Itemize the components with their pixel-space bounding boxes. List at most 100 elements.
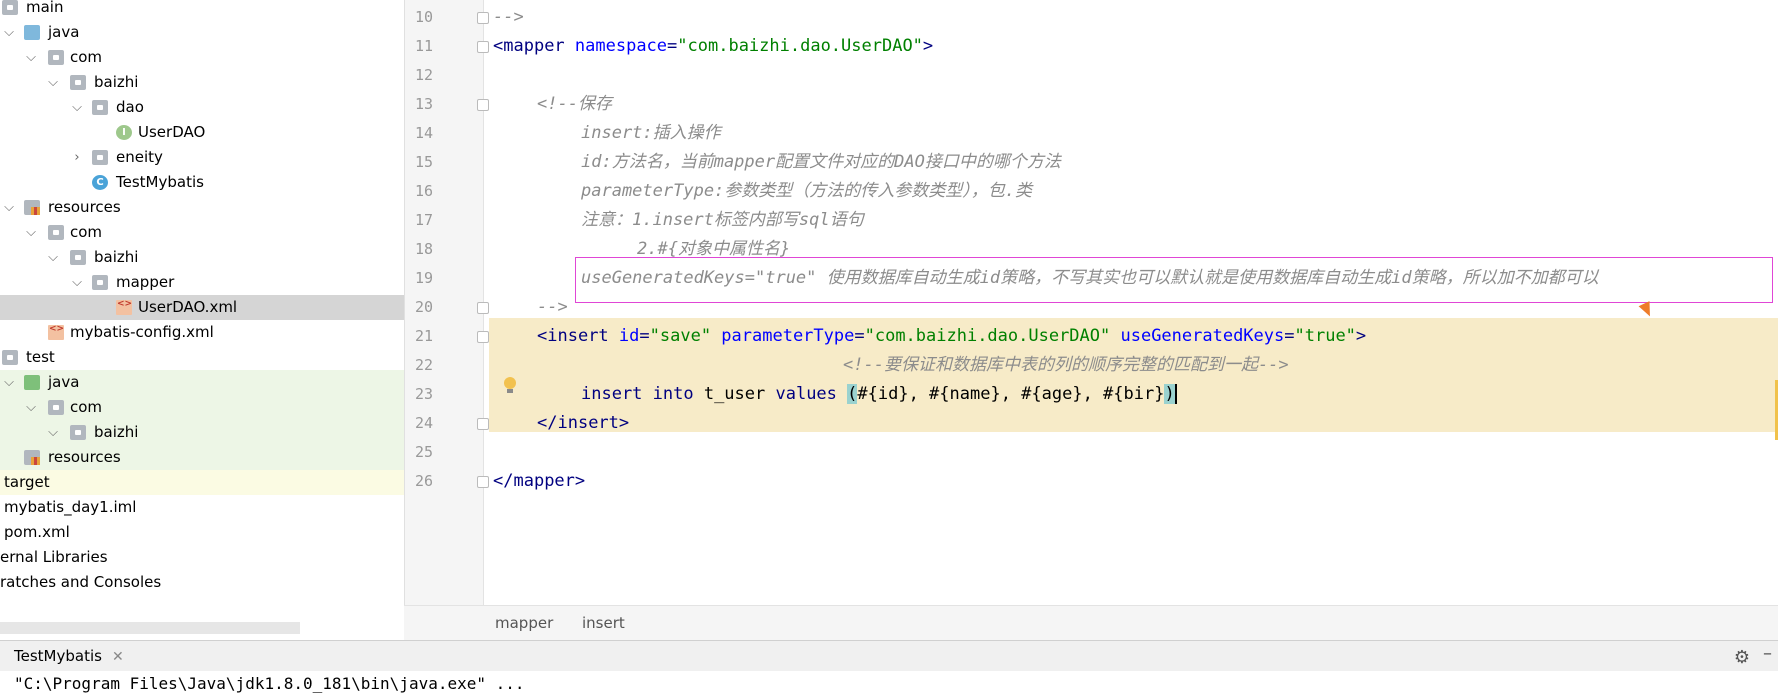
comment-text: useGeneratedKeys="true" 使用数据库自动生成id策略，不写… [581,268,1599,288]
tree-item-label: pom.xml [4,523,70,541]
code-line-15[interactable]: id:方法名，当前mapper配置文件对应的DAO接口中的哪个方法 [581,148,1778,177]
tree-item-test-java[interactable]: ⌵ java [0,370,404,395]
code-line-16[interactable]: parameterType:参数类型（方法的传入参数类型），包.类 [581,177,1778,206]
tree-item-label: resources [48,448,121,466]
tree-item-scratches[interactable]: ratches and Consoles [0,570,404,595]
tree-item-iml[interactable]: mybatis_day1.iml [0,495,404,520]
tag-name: mapper [513,471,575,491]
fold-marker[interactable] [477,418,489,430]
line-number: 12 [414,66,433,84]
console-output[interactable]: "C:\Program Files\Java\jdk1.8.0_181\bin\… [0,671,1778,693]
lightbulb-icon[interactable] [503,377,517,395]
folder-icon [2,350,18,365]
folder-icon [2,0,18,15]
comment-text: id:方法名，当前mapper配置文件对应的DAO接口中的哪个方法 [581,152,1061,172]
tree-item-mapper[interactable]: ⌵ mapper [0,270,404,295]
breadcrumb-item-insert[interactable]: insert [582,606,625,640]
tag-bracket: < [493,36,504,56]
tree-horizontal-scrollbar[interactable] [0,622,300,634]
minimize-icon[interactable]: – [1763,643,1772,664]
chevron-down-icon[interactable]: ⌵ [70,270,84,295]
tag-name: insert [557,413,619,433]
code-line-14[interactable]: insert:插入操作 [581,119,1778,148]
code-line-26[interactable]: </mapper> [493,467,1778,496]
project-tree[interactable]: main ⌵ java ⌵ com ⌵ baizhi ⌵ dao I UserD… [0,0,404,640]
chevron-down-icon[interactable]: ⌵ [46,70,60,95]
tree-item-baizhi[interactable]: ⌵ baizhi [0,70,404,95]
comment-text: insert:插入操作 [581,123,721,143]
run-tab-testmybatis[interactable]: TestMybatis ✕ [0,641,124,671]
attribute-name: namespace [564,36,668,56]
code-line-20[interactable]: --> [537,293,1778,322]
fold-marker[interactable] [477,302,489,314]
tree-item-java[interactable]: ⌵ java [0,20,404,45]
line-number: 22 [414,356,433,374]
fold-marker[interactable] [477,12,489,24]
breadcrumb-item-mapper[interactable]: mapper [495,606,553,640]
tree-item-dao[interactable]: ⌵ dao [0,95,404,120]
code-line-21[interactable]: <insert id="save" parameterType="com.bai… [537,322,1778,351]
comment-text: <!--要保证和数据库中表的列的顺序完整的匹配到一起--> [843,355,1289,375]
line-number: 21 [414,327,433,345]
tree-item-userdao[interactable]: I UserDAO [0,120,404,145]
fold-marker[interactable] [477,41,489,53]
tree-item-target[interactable]: target [0,470,404,495]
run-tab-label: TestMybatis [14,647,102,665]
chevron-down-icon[interactable]: ⌵ [2,195,16,220]
code-line-10[interactable]: --> [493,3,1778,32]
fold-marker[interactable] [477,476,489,488]
tree-item-baizhi[interactable]: ⌵ baizhi [0,245,404,270]
fold-marker[interactable] [477,99,489,111]
gear-icon[interactable]: ⚙ [1734,647,1750,668]
line-number: 14 [414,124,433,142]
tree-item-label: ernal Libraries [0,548,108,566]
code-editor[interactable]: 10 11 12 13 14 15 16 17 18 19 20 21 22 2… [404,0,1778,640]
chevron-down-icon[interactable]: ⌵ [2,20,16,45]
chevron-right-icon[interactable]: › [70,145,84,170]
attribute-value: "true" [1294,326,1356,346]
chevron-down-icon[interactable]: ⌵ [46,245,60,270]
test-source-folder-icon [24,375,40,390]
code-line-19[interactable]: useGeneratedKeys="true" 使用数据库自动生成id策略，不写… [581,264,1771,293]
tree-item-label: mybatis-config.xml [70,323,214,341]
class-icon: C [92,175,108,190]
tree-item-test-baizhi[interactable]: ⌵ baizhi [0,420,404,445]
tree-item-com[interactable]: ⌵ com [0,220,404,245]
tree-item-eneity[interactable]: › eneity [0,145,404,170]
code-line-23[interactable]: insert into t_user values (#{id}, #{name… [581,380,1778,409]
line-number: 24 [414,414,433,432]
line-number: 19 [414,269,433,287]
comment-text: 2.#{对象中属性名} [637,239,791,259]
tree-item-external-libraries[interactable]: ernal Libraries [0,545,404,570]
chevron-down-icon[interactable]: ⌵ [70,95,84,120]
tree-item-mybatis-config[interactable]: mybatis-config.xml [0,317,404,345]
code-line-17[interactable]: 注意：1.insert标签内部写sql语句 [581,206,1778,235]
close-icon[interactable]: ✕ [112,649,124,665]
chevron-down-icon[interactable]: ⌵ [2,370,16,395]
tree-item-test-com[interactable]: ⌵ com [0,395,404,420]
chevron-down-icon[interactable]: ⌵ [46,420,60,445]
fold-marker[interactable] [477,331,489,343]
code-line-13[interactable]: <!--保存 [537,90,1778,119]
code-line-24[interactable]: </insert> [537,409,1778,438]
line-number: 11 [414,37,433,55]
tree-item-test-resources[interactable]: resources [0,445,404,470]
code-line-22[interactable]: <!--要保证和数据库中表的列的顺序完整的匹配到一起--> [843,351,1778,380]
package-icon [92,150,108,165]
sql-params: #{id}, #{name}, #{age}, #{bir} [857,384,1165,404]
attribute-name: id [608,326,640,346]
chevron-down-icon[interactable]: ⌵ [24,395,38,420]
code-line-11[interactable]: <mapper namespace="com.baizhi.dao.UserDA… [493,32,1778,61]
line-number: 23 [414,385,433,403]
chevron-down-icon[interactable]: ⌵ [24,45,38,70]
tree-item-test[interactable]: test [0,345,404,370]
tree-item-label: java [48,23,80,41]
tree-item-resources[interactable]: ⌵ resources [0,195,404,220]
editor-gutter[interactable]: 10 11 12 13 14 15 16 17 18 19 20 21 22 2… [405,0,489,605]
tree-item-pom[interactable]: pom.xml [0,520,404,545]
tree-item-main[interactable]: main [0,0,404,20]
resources-folder-icon [24,450,40,465]
tree-item-testmybatis[interactable]: C TestMybatis [0,170,404,195]
chevron-down-icon[interactable]: ⌵ [24,220,38,245]
tree-item-com[interactable]: ⌵ com [0,45,404,70]
